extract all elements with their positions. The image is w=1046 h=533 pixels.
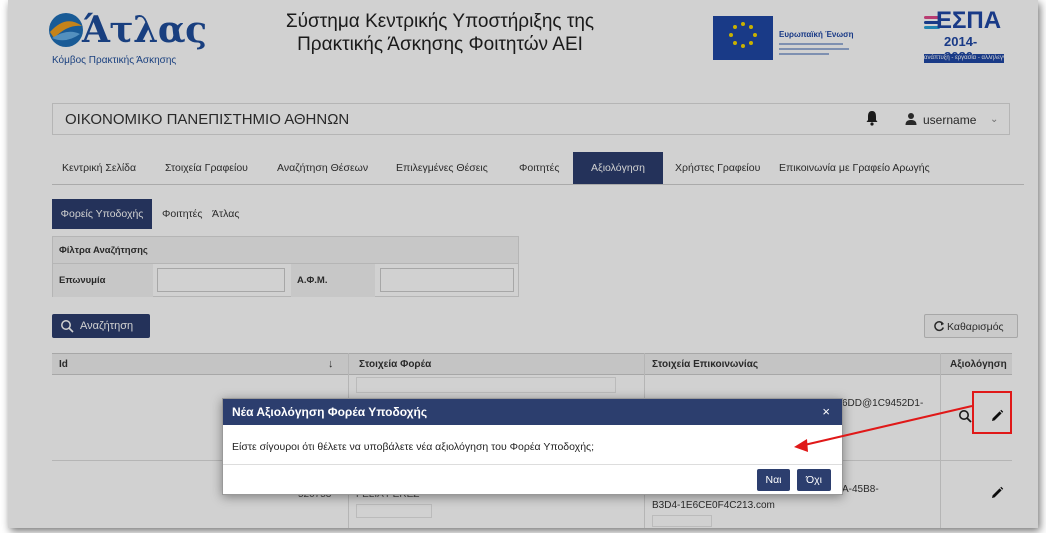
confirm-dialog: Νέα Αξιολόγηση Φορέα Υποδοχής × Είστε σί… [222,398,843,495]
dialog-divider [223,464,842,465]
close-icon[interactable]: × [822,404,830,419]
highlight-box [972,391,1012,434]
app-window: Άτλας Κόμβος Πρακτικής Άσκησης Σύστημα Κ… [8,0,1038,528]
no-button[interactable]: Όχι [797,469,831,491]
dialog-header: Νέα Αξιολόγηση Φορέα Υποδοχής × [223,399,842,425]
yes-button[interactable]: Ναι [757,469,790,491]
dialog-message: Είστε σίγουροι ότι θέλετε να υποβάλετε ν… [232,441,595,453]
dialog-title: Νέα Αξιολόγηση Φορέα Υποδοχής [232,405,428,419]
